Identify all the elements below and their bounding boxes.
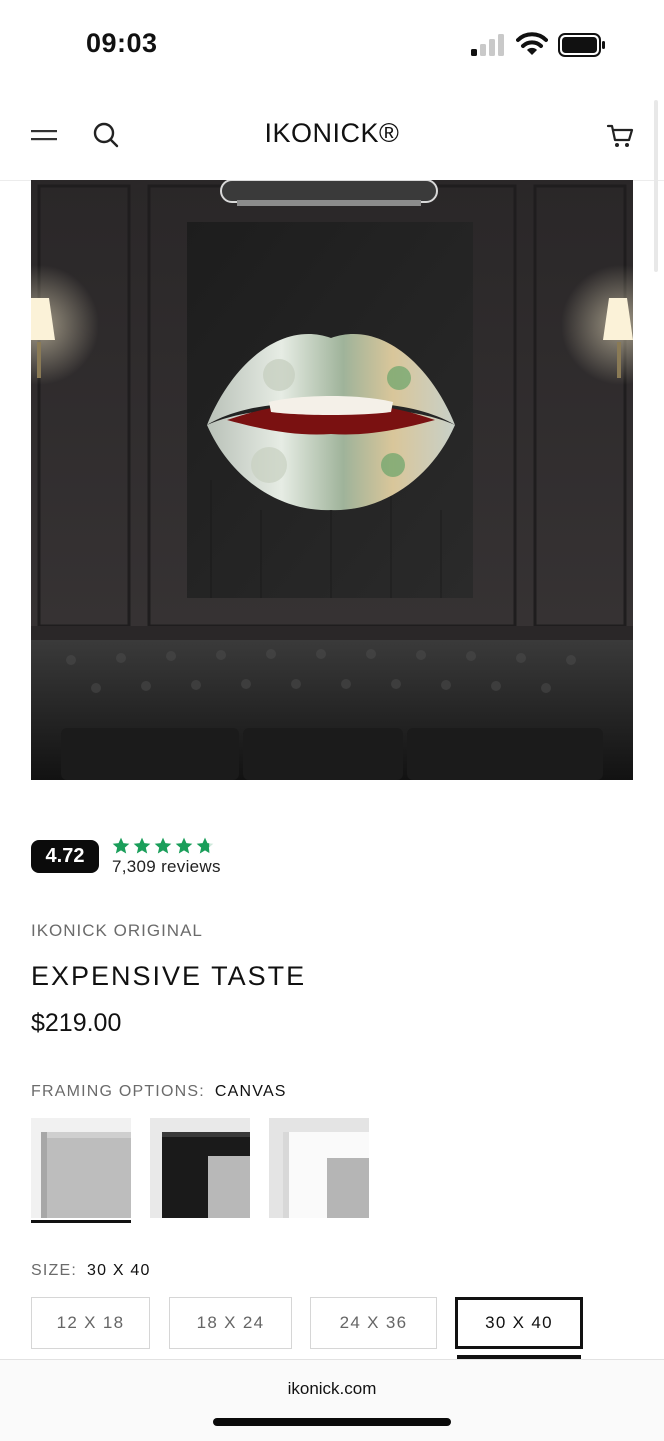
- half-star-icon: [196, 837, 214, 854]
- size-selected-value: 30 X 40: [87, 1262, 151, 1279]
- status-time: 09:03: [86, 28, 158, 58]
- site-logo[interactable]: IKONICK®: [0, 118, 664, 149]
- cart-icon[interactable]: [606, 122, 634, 150]
- framing-selected-value: CANVAS: [214, 1083, 287, 1100]
- size-option-24x36[interactable]: 24 X 36: [310, 1297, 437, 1349]
- framing-swatch-black[interactable]: [150, 1118, 250, 1218]
- product-title: EXPENSIVE TASTE: [31, 961, 307, 991]
- size-label: SIZE: 30 X 40: [31, 1262, 151, 1280]
- star-icon: [175, 837, 193, 854]
- size-option-12x18[interactable]: 12 X 18: [31, 1297, 150, 1349]
- canvas-frame-thumbnail: [31, 1118, 131, 1218]
- star-icon: [133, 837, 151, 854]
- product-image[interactable]: [31, 180, 633, 780]
- size-label-text: SIZE:: [31, 1262, 78, 1279]
- product-image-artwork: [31, 180, 633, 780]
- selected-swatch-indicator: [31, 1220, 131, 1223]
- battery-icon: [558, 33, 605, 57]
- wifi-icon: [516, 32, 548, 55]
- star-icon: [154, 837, 172, 854]
- black-frame-thumbnail: [150, 1118, 250, 1218]
- rating-stars: [111, 836, 215, 856]
- rating-score-badge: 4.72: [31, 840, 99, 873]
- size-option-30x40[interactable]: 30 X 40: [455, 1297, 583, 1349]
- framing-swatch-white[interactable]: [269, 1118, 369, 1218]
- cellular-signal-icon: [471, 34, 504, 56]
- framing-label-text: FRAMING OPTIONS:: [31, 1083, 205, 1100]
- framing-options-label: FRAMING OPTIONS: CANVAS: [31, 1083, 287, 1101]
- size-option-18x24[interactable]: 18 X 24: [169, 1297, 292, 1349]
- review-count-link[interactable]: 7,309 reviews: [112, 857, 221, 877]
- home-indicator[interactable]: [213, 1418, 451, 1426]
- white-frame-thumbnail: [269, 1118, 369, 1218]
- product-price: $219.00: [31, 1009, 122, 1037]
- star-icon: [112, 837, 130, 854]
- framing-swatch-canvas[interactable]: [31, 1118, 131, 1218]
- product-vendor: IKONICK ORIGINAL: [31, 921, 203, 940]
- browser-url[interactable]: ikonick.com: [0, 1379, 664, 1399]
- browser-address-bar[interactable]: [0, 1359, 664, 1441]
- scrollbar[interactable]: [654, 100, 658, 272]
